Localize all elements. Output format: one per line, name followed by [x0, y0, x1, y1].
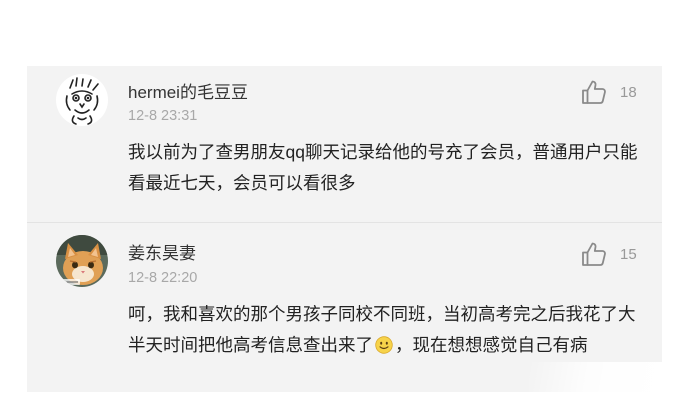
username[interactable]: 姜东昊妻 — [128, 239, 196, 264]
like-button[interactable]: 18 — [580, 78, 650, 108]
cartoon-face-sketch-icon — [56, 74, 108, 126]
comment-text: 我以前为了查男朋友qq聊天记录给他的号充了会员，普通用户只能看最近七天，会员可以… — [128, 142, 638, 193]
avatar[interactable] — [56, 74, 108, 126]
timestamp: 12-8 23:31 — [128, 108, 198, 124]
thumbs-up-icon — [582, 80, 606, 104]
comment-list: hermei的毛豆豆 12-8 23:31 18 我以前为了查男朋友qq聊天记录… — [27, 66, 662, 392]
like-count: 15 — [620, 246, 637, 263]
comment-text: 呵，我和喜欢的那个男孩子同校不同班，当初高考完之后我花了大半天时间把他高考信息查… — [128, 299, 643, 361]
comment-item: hermei的毛豆豆 12-8 23:31 18 我以前为了查男朋友qq聊天记录… — [27, 66, 662, 222]
orange-cat-photo-icon — [56, 235, 108, 287]
like-button[interactable]: 15 — [580, 240, 650, 270]
comment-text-part: ，现在想想感觉自己有病 — [395, 335, 588, 355]
timestamp: 12-8 22:20 — [128, 270, 198, 286]
image-corner-fade — [529, 362, 662, 392]
like-count: 18 — [620, 84, 637, 101]
username[interactable]: hermei的毛豆豆 — [128, 78, 248, 103]
thumbs-up-icon — [582, 242, 606, 266]
slightly-smiling-face-emoji-icon — [375, 336, 393, 354]
avatar[interactable] — [56, 235, 108, 287]
